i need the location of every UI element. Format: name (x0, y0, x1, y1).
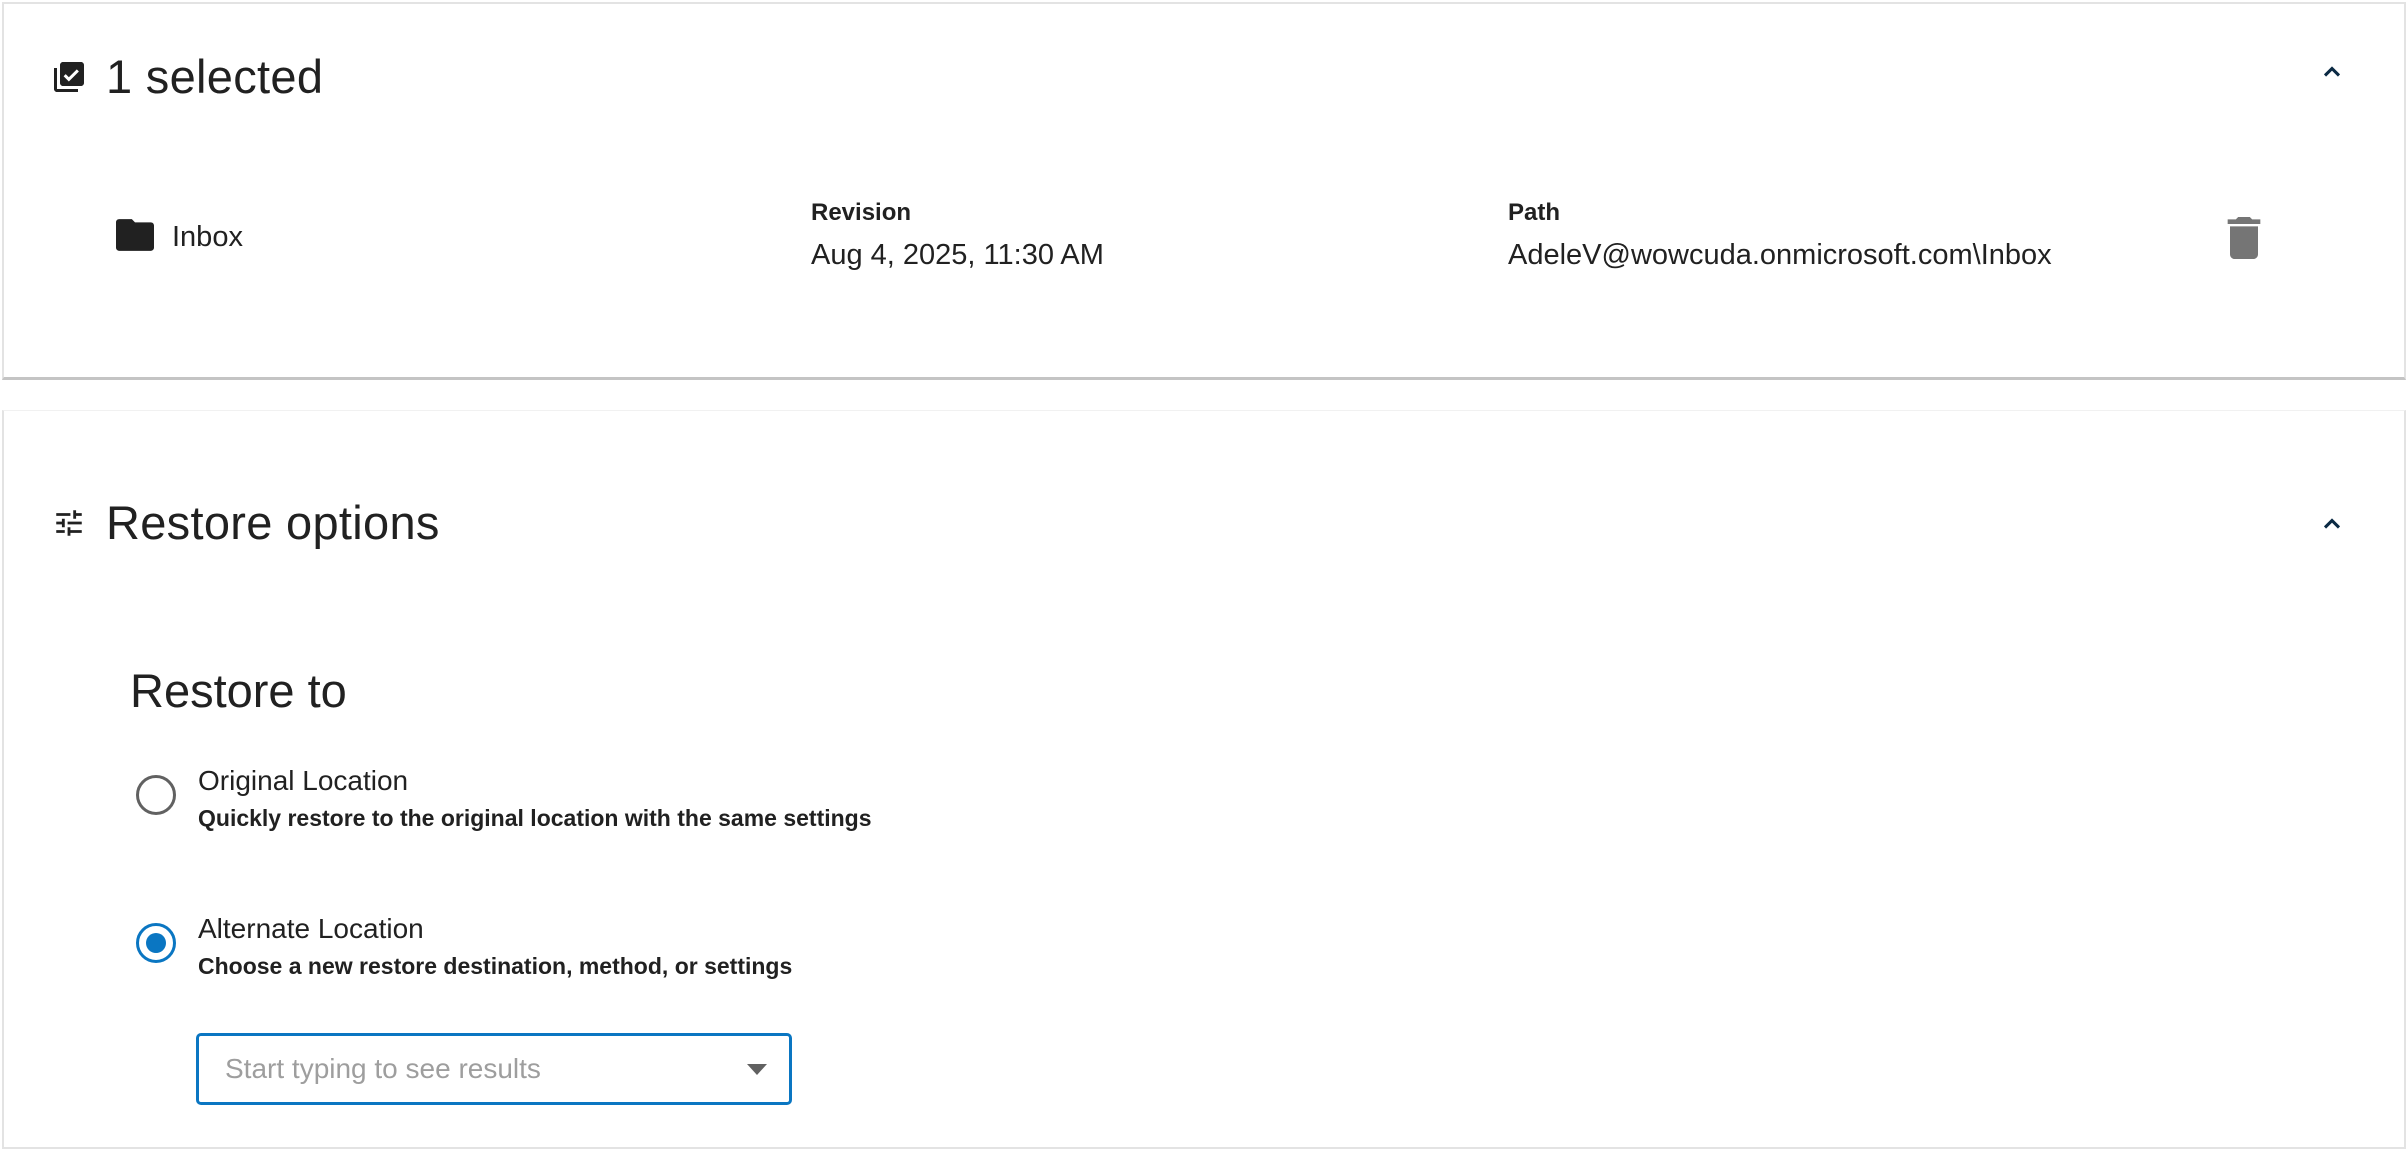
restore-panel-title: Restore options (106, 496, 440, 549)
restore-panel-header: Restore options (50, 499, 440, 546)
checklist-icon (50, 58, 88, 96)
folder-icon (116, 219, 154, 256)
alternate-location-radio[interactable] (136, 923, 176, 963)
revision-label: Revision (811, 199, 912, 226)
original-location-text: Original Location Quickly restore to the… (198, 761, 872, 832)
chevron-up-icon (2318, 510, 2346, 543)
tune-sliders-icon (50, 504, 88, 542)
original-location-option[interactable]: Original Location Quickly restore to the… (136, 761, 872, 832)
alternate-location-option[interactable]: Alternate Location Choose a new restore … (136, 909, 792, 980)
collapse-selected-button[interactable] (2310, 52, 2354, 96)
restore-page: 1 selected Inbox Revision Aug 4, 2025, 1… (0, 0, 2408, 1149)
remove-item-button[interactable] (2222, 216, 2266, 264)
selected-items-panel: 1 selected Inbox Revision Aug 4, 2025, 1… (2, 2, 2406, 380)
selected-item-folder: Inbox (116, 219, 243, 256)
selected-item-row: Inbox Revision Aug 4, 2025, 11:30 AM Pat… (4, 199, 2404, 279)
destination-combobox[interactable] (196, 1033, 792, 1105)
path-label: Path (1508, 199, 1561, 226)
alternate-location-text: Alternate Location Choose a new restore … (198, 909, 792, 980)
path-value: AdeleV@wowcuda.onmicrosoft.com\Inbox (1508, 239, 2052, 271)
radio-selected-dot (146, 933, 166, 953)
selected-item-name: Inbox (172, 221, 243, 253)
collapse-restore-button[interactable] (2310, 504, 2354, 548)
original-location-description: Quickly restore to the original location… (198, 805, 872, 831)
revision-cell: Revision Aug 4, 2025, 11:30 AM (811, 199, 1104, 272)
selected-panel-title: 1 selected (106, 50, 324, 103)
original-location-title: Original Location (198, 765, 409, 796)
revision-value: Aug 4, 2025, 11:30 AM (811, 239, 1104, 271)
chevron-up-icon (2318, 58, 2346, 91)
alternate-location-title: Alternate Location (198, 913, 424, 944)
alternate-location-description: Choose a new restore destination, method… (198, 953, 793, 979)
restore-to-heading: Restore to (130, 664, 347, 717)
destination-search-input[interactable] (223, 1052, 747, 1086)
trash-icon (2227, 216, 2261, 264)
original-location-radio[interactable] (136, 775, 176, 815)
path-cell: Path AdeleV@wowcuda.onmicrosoft.com\Inbo… (1508, 199, 2052, 272)
dropdown-arrow-icon[interactable] (747, 1063, 767, 1075)
restore-options-panel: Restore options Restore to Original Loca… (2, 410, 2406, 1149)
selected-panel-header: 1 selected (50, 53, 323, 100)
